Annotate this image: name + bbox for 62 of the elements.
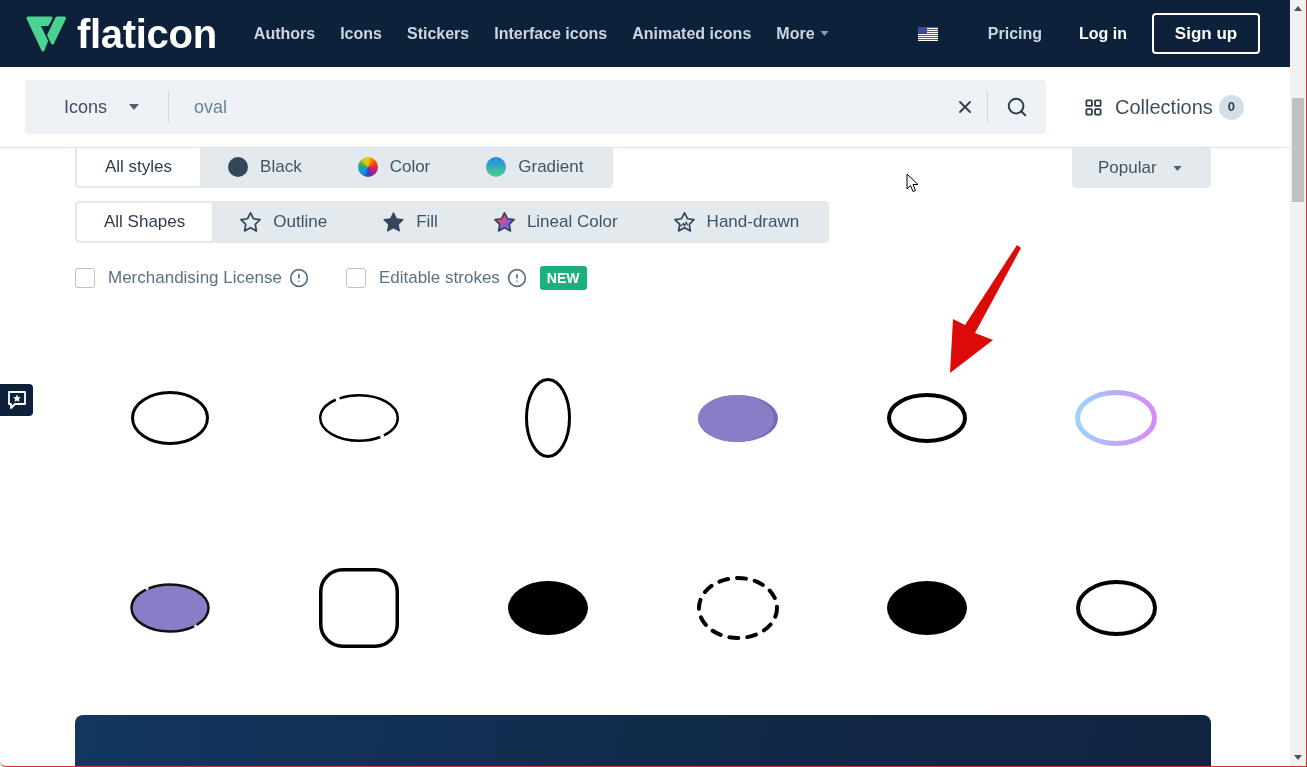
- option-label: Editable strokes: [378, 267, 500, 290]
- solid-ellipse-icon[interactable]: [508, 581, 589, 635]
- login-link[interactable]: Log in: [1079, 21, 1127, 46]
- checkbox[interactable]: [345, 268, 366, 288]
- solid-ellipse-icon[interactable]: [887, 581, 967, 635]
- scroll-up-arrow-icon[interactable]: [1294, 6, 1302, 11]
- grid-icon: [1084, 97, 1103, 117]
- search-input[interactable]: oval: [194, 80, 943, 134]
- style-filter-tab[interactable]: All styles: [77, 148, 201, 186]
- caret-down-icon: [1172, 165, 1182, 171]
- info-icon[interactable]: [288, 268, 309, 288]
- style-filter-tab[interactable]: Black: [200, 148, 330, 186]
- style-filter-tab[interactable]: Color: [329, 148, 459, 186]
- bold-ellipse-outline-icon[interactable]: [1075, 580, 1157, 636]
- dashed-ellipse-icon[interactable]: [696, 576, 779, 640]
- shape-filter-tab[interactable]: Hand-drawn: [645, 203, 828, 241]
- logo-text[interactable]: flaticon: [77, 13, 217, 54]
- star-outline-icon: [240, 212, 262, 232]
- sort-dropdown[interactable]: Popular: [1072, 148, 1211, 188]
- broken-ellipse-icon[interactable]: [319, 394, 399, 442]
- caret-down-icon: [129, 104, 140, 110]
- search-bar[interactable]: Icons oval: [25, 80, 1046, 134]
- logo-icon[interactable]: [25, 14, 67, 53]
- option-label: Merchandising License: [108, 267, 282, 290]
- nav-link[interactable]: Authors: [253, 21, 316, 46]
- mouse-pointer-icon: [906, 173, 919, 193]
- sketched-star-icon: [673, 212, 695, 232]
- chat-star-icon: [6, 390, 27, 410]
- shape-filter-tab[interactable]: All Shapes: [77, 203, 213, 241]
- ellipse-outline-icon[interactable]: [130, 391, 209, 445]
- scroll-down-arrow-icon[interactable]: [1294, 755, 1302, 760]
- nav-link[interactable]: Icons: [340, 21, 382, 46]
- shape-filter-tab[interactable]: Fill: [355, 203, 466, 241]
- signup-button[interactable]: Sign up: [1152, 13, 1260, 54]
- category-dropdown[interactable]: Icons: [25, 80, 169, 134]
- new-badge: NEW: [539, 266, 587, 290]
- nav-link[interactable]: Animated icons: [632, 21, 752, 46]
- vertical-ellipse-icon[interactable]: [525, 378, 572, 458]
- info-icon[interactable]: [506, 268, 527, 288]
- style-filter-tab[interactable]: Gradient: [458, 148, 612, 186]
- caret-down-icon: [819, 31, 829, 36]
- filled-ellipse-icon[interactable]: [697, 394, 778, 442]
- scrollbar-thumb[interactable]: [1292, 98, 1304, 202]
- nav-link[interactable]: Stickers: [406, 21, 470, 46]
- multicolor-star-icon: [493, 212, 515, 232]
- filled-star-icon: [383, 212, 405, 232]
- nav-dropdown[interactable]: More: [776, 21, 829, 46]
- outlined-filled-ellipse-icon[interactable]: [129, 583, 210, 633]
- flag-icon[interactable]: [917, 26, 938, 41]
- feedback-button[interactable]: [0, 384, 33, 416]
- collections-button[interactable]: Collections 0: [1084, 92, 1244, 122]
- shape-filter-tab[interactable]: Lineal Color: [465, 203, 646, 241]
- nav-link[interactable]: Interface icons: [494, 21, 608, 46]
- bold-ellipse-outline-icon[interactable]: [887, 393, 967, 443]
- search-icon: [1006, 96, 1028, 118]
- count-badge: 0: [1218, 94, 1244, 120]
- color-wheel-icon: [357, 157, 378, 177]
- rounded-square-outline-icon[interactable]: [319, 568, 399, 648]
- checkbox[interactable]: [75, 268, 95, 288]
- shape-filter-tab[interactable]: Outline: [212, 203, 356, 241]
- scrollbar[interactable]: [1290, 0, 1306, 766]
- pricing-link[interactable]: Pricing: [987, 21, 1042, 46]
